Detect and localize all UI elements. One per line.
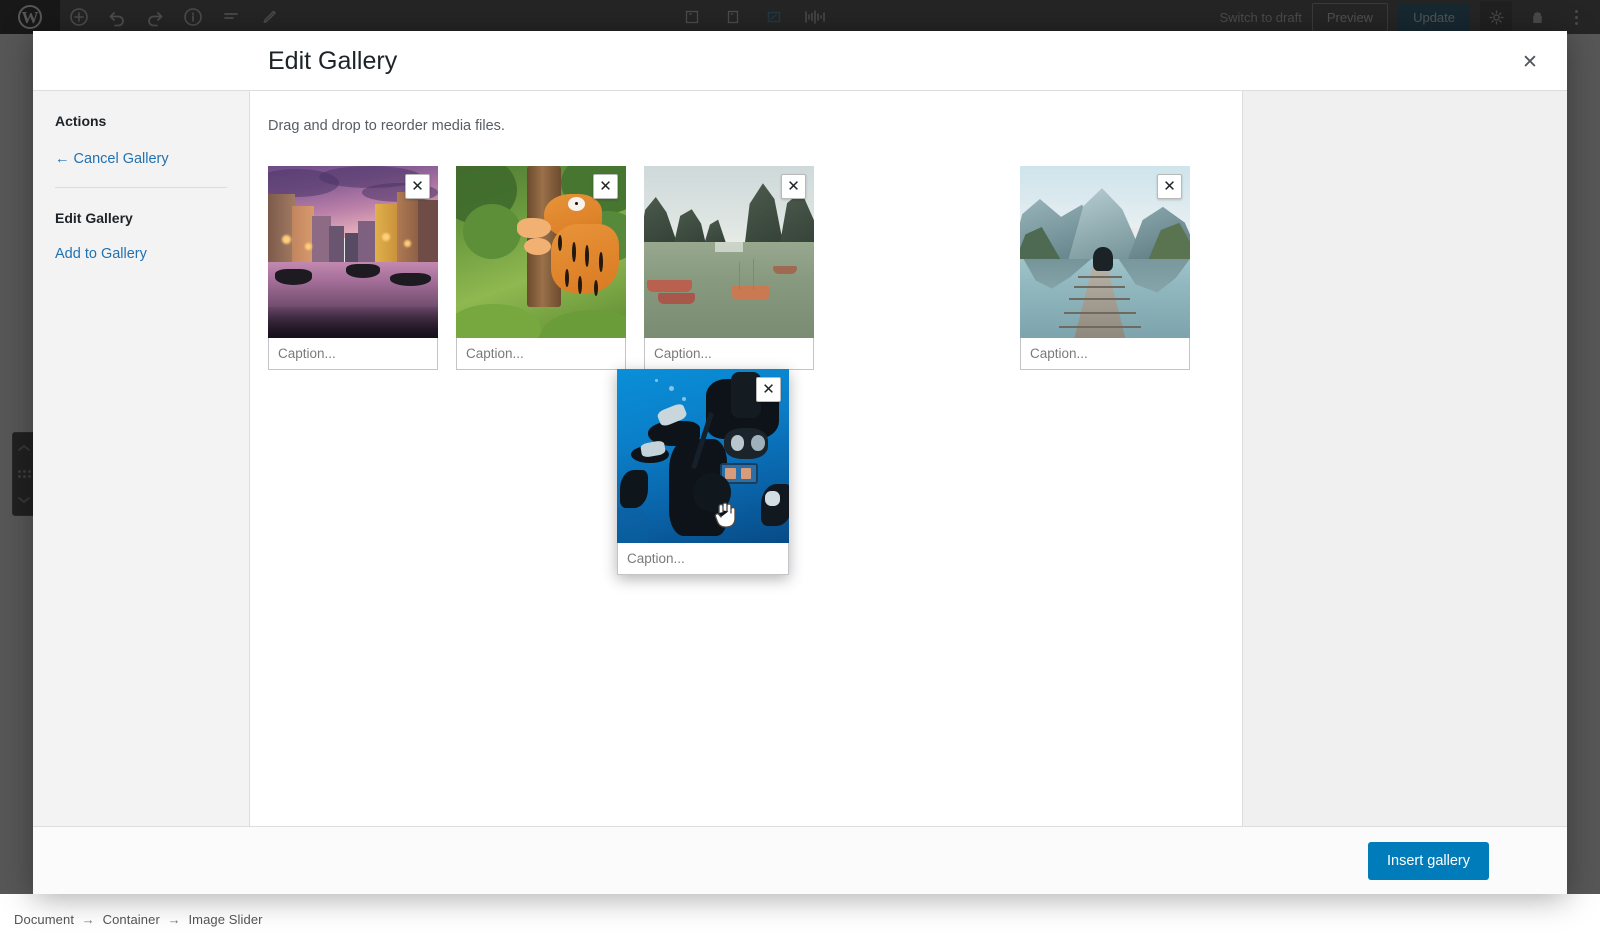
drag-hint-text: Drag and drop to reorder media files. bbox=[268, 118, 505, 134]
remove-image-button[interactable]: ✕ bbox=[593, 174, 618, 199]
drop-target-placeholder[interactable] bbox=[832, 166, 1002, 338]
modal-titlebar: Edit Gallery ✕ bbox=[33, 31, 1567, 91]
gallery-editor-region: Drag and drop to reorder media files. ✕ … bbox=[250, 91, 1242, 826]
editor-status-bar: Document → Container → Image Slider bbox=[0, 894, 1600, 944]
page-title: Edit Gallery bbox=[268, 47, 398, 75]
close-icon[interactable]: ✕ bbox=[1515, 47, 1545, 77]
breadcrumb-separator: → bbox=[167, 911, 181, 927]
dragged-gallery-item[interactable]: ✕ bbox=[617, 369, 789, 575]
gallery-grid: ✕ Caption... ✕ Caption... ✕ Caption... ✕… bbox=[268, 166, 1242, 370]
edit-gallery-modal: Edit Gallery ✕ Actions ← Cancel Gallery … bbox=[33, 31, 1567, 894]
caption-input[interactable] bbox=[456, 338, 626, 370]
gallery-item[interactable]: ✕ bbox=[1020, 166, 1190, 370]
caption-input[interactable] bbox=[644, 338, 814, 370]
scuba-diver-thumbnail[interactable]: ✕ bbox=[617, 369, 789, 543]
remove-image-button[interactable]: ✕ bbox=[781, 174, 806, 199]
halong-bay-thumbnail[interactable]: ✕ bbox=[644, 166, 814, 338]
gallery-actions-sidebar: Actions ← Cancel Gallery Edit Gallery Ad… bbox=[33, 91, 250, 826]
actions-heading: Actions bbox=[55, 113, 107, 129]
empty-drop-slot[interactable] bbox=[832, 166, 1002, 370]
modal-body: Actions ← Cancel Gallery Edit Gallery Ad… bbox=[33, 91, 1567, 826]
modal-main-row: Drag and drop to reorder media files. ✕ … bbox=[250, 91, 1567, 826]
breadcrumb-item-document[interactable]: Document bbox=[14, 912, 74, 927]
caption-input[interactable] bbox=[1020, 338, 1190, 370]
breadcrumb-item-image-slider[interactable]: Image Slider bbox=[188, 912, 262, 927]
cancel-gallery-link[interactable]: ← Cancel Gallery bbox=[55, 151, 227, 167]
gallery-item[interactable]: ✕ bbox=[644, 166, 814, 370]
remove-image-button[interactable]: ✕ bbox=[1157, 174, 1182, 199]
caption-input[interactable] bbox=[617, 543, 789, 575]
modal-footer-toolbar: Insert gallery bbox=[33, 826, 1567, 894]
tiger-tree-thumbnail[interactable]: ✕ bbox=[456, 166, 626, 338]
breadcrumb-separator: → bbox=[81, 911, 95, 927]
gallery-item[interactable]: ✕ bbox=[456, 166, 626, 370]
insert-gallery-button[interactable]: Insert gallery bbox=[1367, 841, 1489, 880]
breadcrumb-item-container[interactable]: Container bbox=[103, 912, 160, 927]
gallery-item[interactable]: ✕ bbox=[268, 166, 438, 370]
caption-input[interactable] bbox=[268, 338, 438, 370]
remove-image-button[interactable]: ✕ bbox=[405, 174, 430, 199]
sidebar-divider bbox=[55, 187, 227, 188]
attachment-details-panel bbox=[1242, 91, 1567, 826]
edit-gallery-heading: Edit Gallery bbox=[55, 210, 133, 226]
breadcrumb: Document → Container → Image Slider bbox=[14, 912, 263, 927]
remove-image-button[interactable]: ✕ bbox=[756, 377, 781, 402]
venice-canal-thumbnail[interactable]: ✕ bbox=[268, 166, 438, 338]
mountain-lake-thumbnail[interactable]: ✕ bbox=[1020, 166, 1190, 338]
add-to-gallery-link[interactable]: Add to Gallery bbox=[55, 246, 227, 262]
